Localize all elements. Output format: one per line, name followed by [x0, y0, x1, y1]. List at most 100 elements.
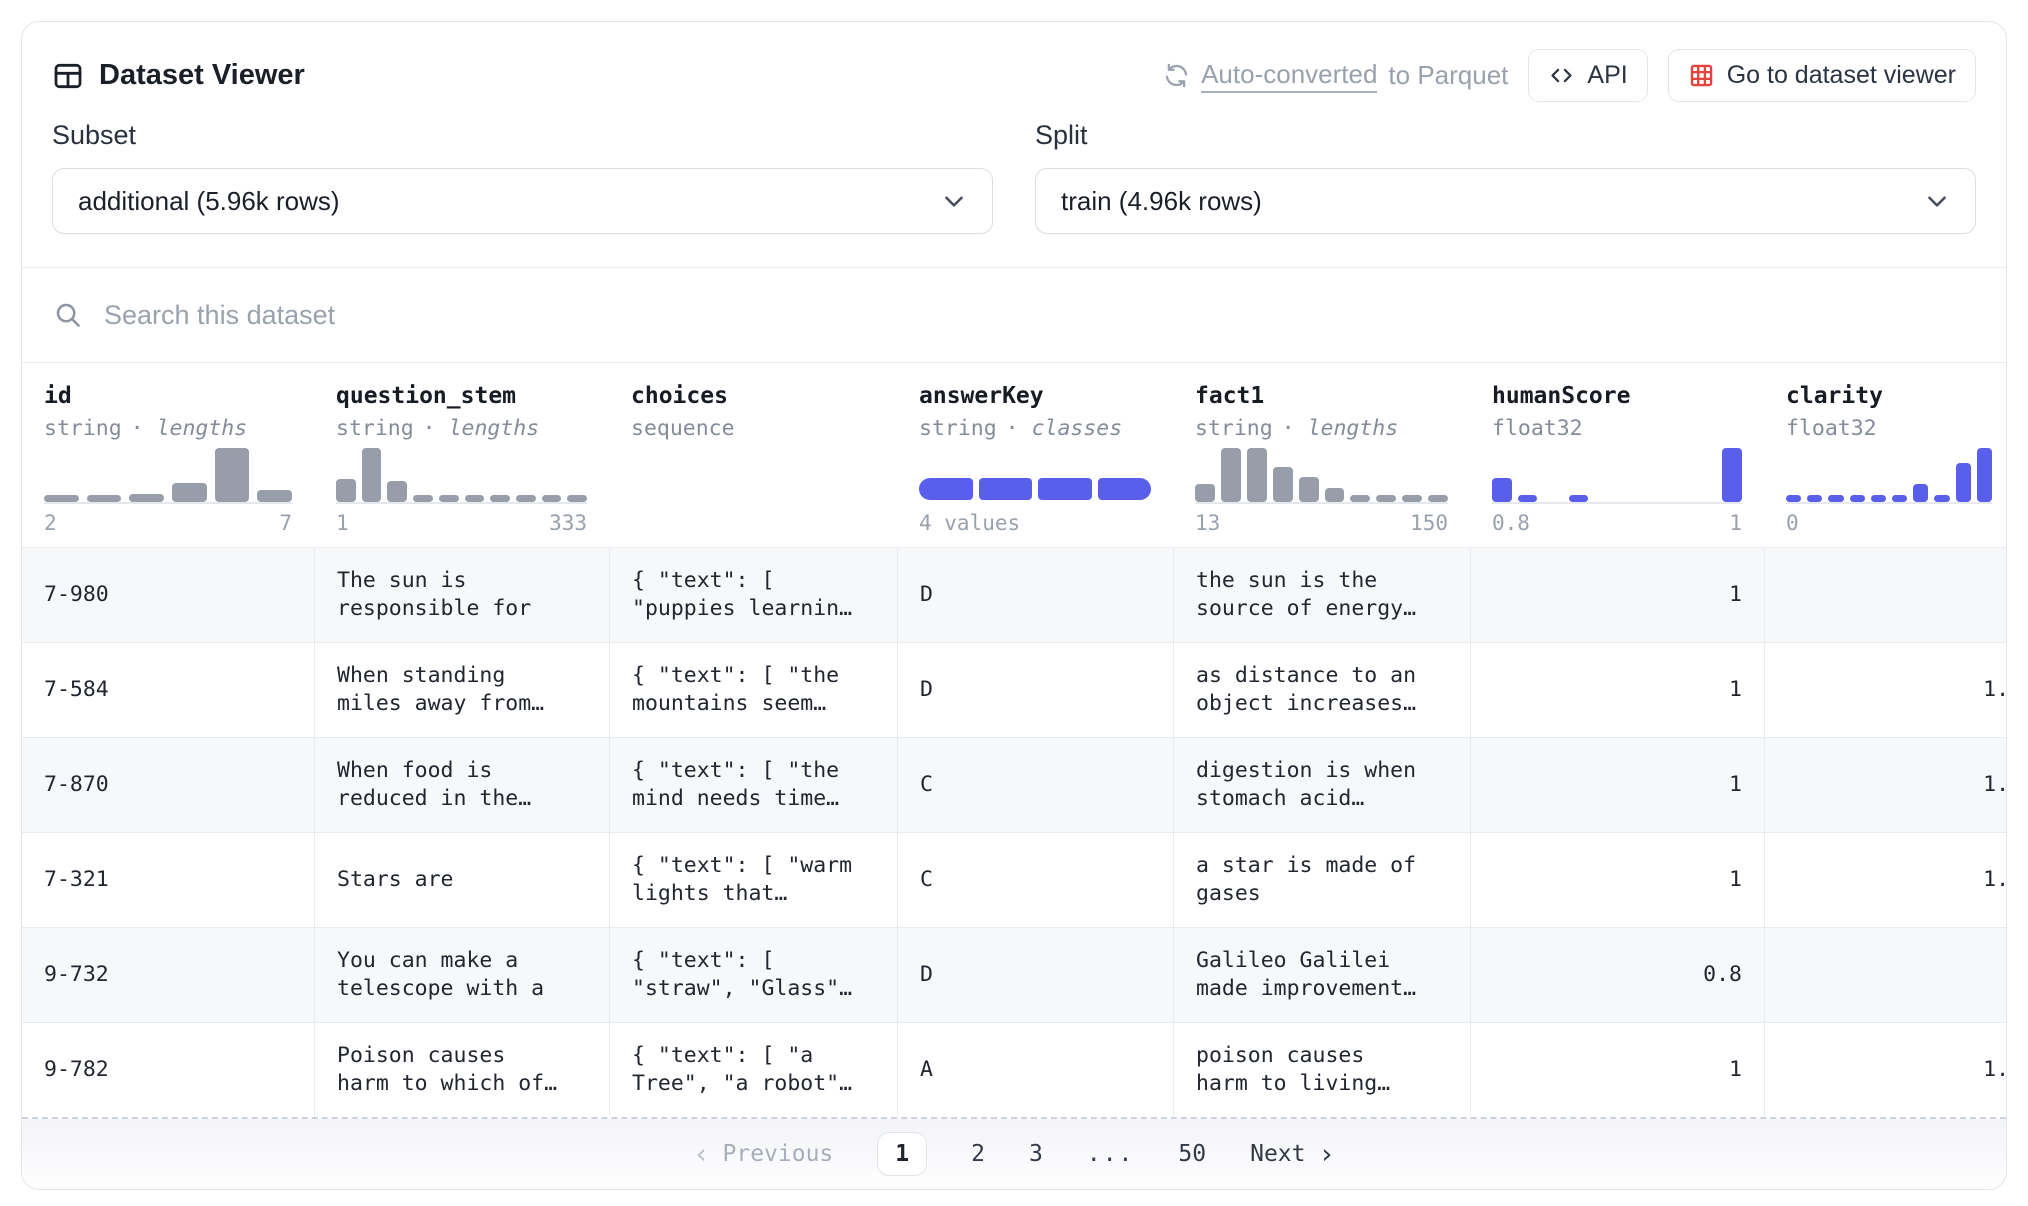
chevron-down-icon	[941, 188, 967, 214]
header-cell-human-score: humanScore float32 · 0.81	[1470, 363, 1764, 547]
cell-answer-key[interactable]: D	[897, 548, 1173, 642]
table-row[interactable]: 7-870 When food is reduced in the… { "te…	[22, 737, 2007, 832]
page-ellipsis: ...	[1087, 1141, 1135, 1167]
table-body: 7-980 The sun is responsible for { "text…	[22, 547, 2006, 1117]
cell-human-score[interactable]: 1	[1470, 643, 1764, 737]
column-name: clarity	[1786, 383, 2007, 409]
cell-id[interactable]: 9-782	[22, 1023, 314, 1117]
column-histogram	[1195, 444, 1448, 504]
cell-fact1[interactable]: a star is made of gases	[1173, 833, 1470, 927]
cell-fact1[interactable]: digestion is when stomach acid…	[1173, 738, 1470, 832]
cell-question-stem[interactable]: You can make a telescope with a	[314, 928, 609, 1022]
page-button-1[interactable]: 1	[877, 1132, 927, 1176]
cell-id[interactable]: 7-584	[22, 643, 314, 737]
api-button-label: API	[1587, 61, 1627, 90]
cell-answer-key[interactable]: C	[897, 738, 1173, 832]
column-histogram	[1492, 444, 1742, 504]
column-histogram	[44, 444, 292, 504]
page-button-50[interactable]: 50	[1178, 1141, 1206, 1167]
column-type: sequence ·	[631, 416, 875, 441]
cell-clarity[interactable]: 1.0	[1764, 833, 2007, 927]
red-grid-icon	[1688, 62, 1715, 89]
cell-human-score[interactable]: 1	[1470, 738, 1764, 832]
column-type: string · lengths	[336, 416, 587, 441]
cell-clarity[interactable]: 1.0	[1764, 738, 2007, 832]
cell-id[interactable]: 7-980	[22, 548, 314, 642]
cell-human-score[interactable]: 1	[1470, 833, 1764, 927]
chevron-right-icon: ›	[1319, 1139, 1335, 1170]
cell-answer-key[interactable]: D	[897, 928, 1173, 1022]
cell-choices[interactable]: { "text": [ "puppies learnin…	[609, 548, 897, 642]
go-to-dataset-viewer-button[interactable]: Go to dataset viewer	[1668, 49, 1976, 102]
cell-clarity[interactable]: 1.0	[1764, 643, 2007, 737]
header-actions: Auto-converted to Parquet API	[1163, 49, 1976, 102]
column-histogram	[336, 444, 587, 504]
cell-answer-key[interactable]: A	[897, 1023, 1173, 1117]
cell-fact1[interactable]: the sun is the source of energy…	[1173, 548, 1470, 642]
cell-clarity[interactable]	[1764, 548, 2007, 642]
code-icon	[1548, 62, 1575, 89]
table-header: id string · lengths 27 question_stem str…	[22, 363, 2007, 547]
auto-converted-link[interactable]: Auto-converted	[1201, 59, 1377, 93]
column-range: 13150	[1195, 511, 1448, 535]
next-page-button[interactable]: Next ›	[1250, 1139, 1335, 1170]
column-type: string · classes	[919, 416, 1151, 441]
column-range: 27	[44, 511, 292, 535]
table-row[interactable]: 7-584 When standing miles away from… { "…	[22, 642, 2007, 737]
cell-clarity[interactable]: 1.0	[1764, 1023, 2007, 1117]
cell-choices[interactable]: { "text": [ "warm lights that…	[609, 833, 897, 927]
cell-question-stem[interactable]: Poison causes harm to which of…	[314, 1023, 609, 1117]
header-cell-fact1: fact1 string · lengths 13150	[1173, 363, 1470, 547]
auto-converted-rest: to Parquet	[1388, 60, 1508, 91]
cell-human-score[interactable]: 1	[1470, 1023, 1764, 1117]
cell-id[interactable]: 7-870	[22, 738, 314, 832]
column-range: 4 values	[919, 511, 1151, 535]
cell-id[interactable]: 9-732	[22, 928, 314, 1022]
split-control: Split train (4.96k rows)	[1035, 120, 1976, 234]
cell-answer-key[interactable]: C	[897, 833, 1173, 927]
previous-page-button[interactable]: ‹ Previous	[693, 1139, 833, 1170]
card-header: Dataset Viewer Auto-converted to Parquet	[22, 22, 2006, 112]
cell-human-score[interactable]: 1	[1470, 548, 1764, 642]
cell-fact1[interactable]: poison causes harm to living…	[1173, 1023, 1470, 1117]
table-row[interactable]: 7-321 Stars are { "text": [ "warm lights…	[22, 832, 2007, 927]
search-input[interactable]	[104, 300, 1975, 331]
page-button-3[interactable]: 3	[1029, 1141, 1043, 1167]
column-name: fact1	[1195, 383, 1448, 409]
header-cell-choices: choices sequence ·	[609, 363, 897, 547]
cell-choices[interactable]: { "text": [ "straw", "Glass"…	[609, 928, 897, 1022]
cell-question-stem[interactable]: When standing miles away from…	[314, 643, 609, 737]
cell-choices[interactable]: { "text": [ "the mind needs time…	[609, 738, 897, 832]
cell-clarity[interactable]	[1764, 928, 2007, 1022]
dataset-viewer-card: Dataset Viewer Auto-converted to Parquet	[21, 21, 2007, 1190]
api-button[interactable]: API	[1528, 49, 1647, 102]
cell-fact1[interactable]: as distance to an object increases…	[1173, 643, 1470, 737]
subset-select[interactable]: additional (5.96k rows)	[52, 168, 993, 234]
cell-choices[interactable]: { "text": [ "the mountains seem…	[609, 643, 897, 737]
table-row[interactable]: 9-732 You can make a telescope with a { …	[22, 927, 2007, 1022]
cell-choices[interactable]: { "text": [ "a Tree", "a robot"…	[609, 1023, 897, 1117]
cell-human-score[interactable]: 0.8	[1470, 928, 1764, 1022]
page-button-2[interactable]: 2	[971, 1141, 985, 1167]
cell-fact1[interactable]: Galileo Galilei made improvement…	[1173, 928, 1470, 1022]
page-title: Dataset Viewer	[99, 59, 305, 92]
split-select[interactable]: train (4.96k rows)	[1035, 168, 1976, 234]
cell-question-stem[interactable]: When food is reduced in the…	[314, 738, 609, 832]
header-cell-clarity: clarity float32 · 0	[1764, 363, 2007, 547]
cell-question-stem[interactable]: Stars are	[314, 833, 609, 927]
column-histogram	[631, 468, 875, 528]
column-range: 0.81	[1492, 511, 1742, 535]
cell-question-stem[interactable]: The sun is responsible for	[314, 548, 609, 642]
cell-answer-key[interactable]: D	[897, 643, 1173, 737]
table-row[interactable]: 7-980 The sun is responsible for { "text…	[22, 547, 2007, 642]
column-type: float32 ·	[1786, 416, 2007, 441]
column-name: id	[44, 383, 292, 409]
header-cell-answer-key: answerKey string · classes 4 values	[897, 363, 1173, 547]
subset-split-controls: Subset additional (5.96k rows) Split tra…	[22, 112, 2006, 267]
cell-id[interactable]: 7-321	[22, 833, 314, 927]
column-type: string · lengths	[44, 416, 292, 441]
subset-selected-value: additional (5.96k rows)	[78, 186, 340, 217]
column-name: choices	[631, 383, 875, 409]
table-row[interactable]: 9-782 Poison causes harm to which of… { …	[22, 1022, 2007, 1117]
header-cell-question-stem: question_stem string · lengths 1333	[314, 363, 609, 547]
